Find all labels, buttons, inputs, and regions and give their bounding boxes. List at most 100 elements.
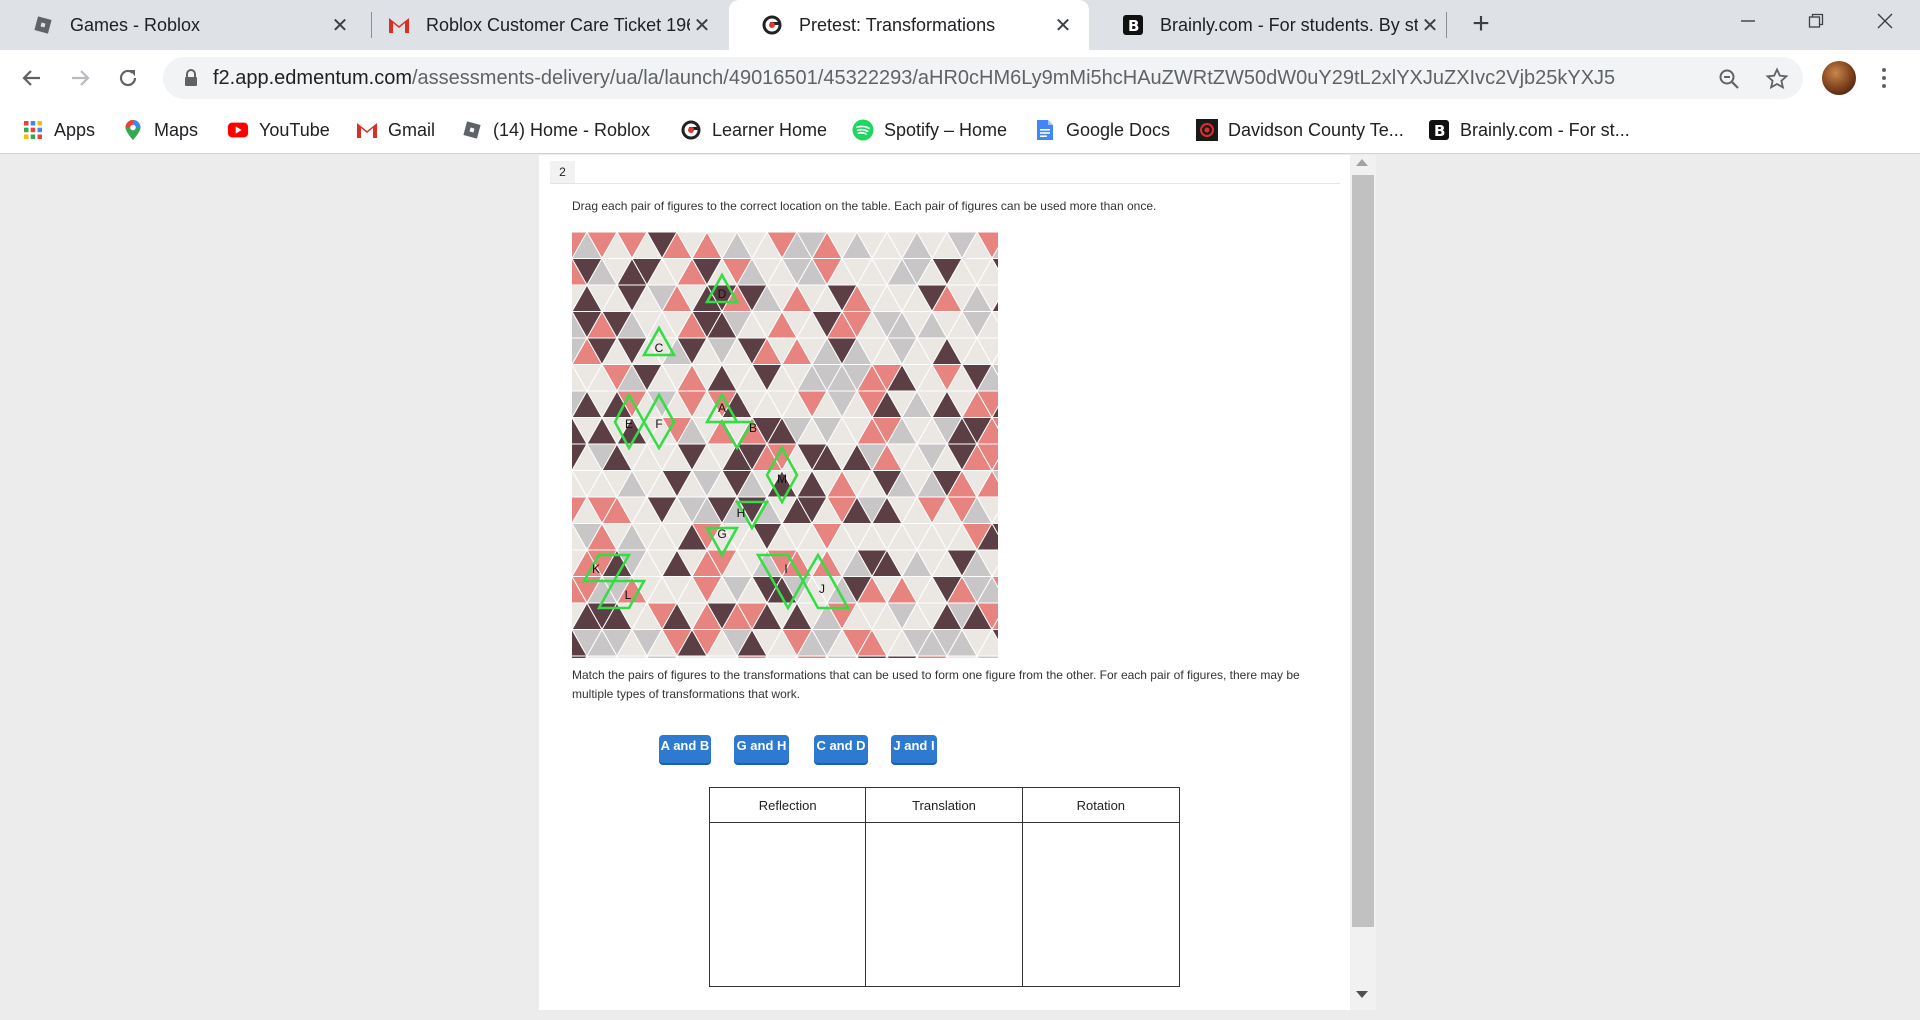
answer-table: Reflection Translation Rotation (709, 787, 1180, 987)
bookmark-gmail[interactable]: Gmail (356, 116, 435, 144)
bookmark-roblox-home[interactable]: (14) Home - Roblox (461, 116, 650, 144)
apps-grid-icon (22, 119, 44, 141)
bookmark-label: Brainly.com - For st... (1460, 119, 1630, 140)
close-icon[interactable]: ✕ (328, 13, 352, 37)
bookmark-google-docs[interactable]: Google Docs (1034, 116, 1170, 144)
gmail-icon (388, 14, 410, 36)
bookmark-maps[interactable]: Maps (122, 116, 198, 144)
question-instruction: Drag each pair of figures to the correct… (572, 199, 1157, 213)
url-host: f2.app.edmentum.com (213, 67, 412, 89)
figure-label-a: A (718, 401, 726, 415)
figure-label-g: G (717, 527, 726, 541)
bookmark-label: Davidson County Te... (1228, 119, 1404, 140)
bookmarks-bar: Apps Maps YouTube Gmail (14) Home - Robl… (0, 106, 1920, 154)
scrollbar-thumb[interactable] (1352, 175, 1374, 927)
bookmark-youtube[interactable]: YouTube (227, 116, 330, 144)
close-icon[interactable]: ✕ (1051, 13, 1075, 37)
scroll-down-icon[interactable] (1356, 991, 1368, 998)
bookmark-label: (14) Home - Roblox (493, 119, 651, 140)
column-rotation: Rotation (1022, 788, 1179, 986)
tab-separator (1446, 12, 1447, 38)
bookmark-label: Maps (154, 119, 199, 140)
bookmark-label: Learner Home (712, 119, 828, 140)
triangle-grid-svg: D C A E F B M HG K I J L (572, 232, 998, 658)
tab-title: Games - Roblox (70, 14, 201, 35)
tab-games-roblox[interactable]: Games - Roblox ✕ (0, 0, 366, 50)
page-scrollbar[interactable] (1350, 155, 1376, 1010)
bookmark-learner-home[interactable]: Learner Home (680, 116, 827, 144)
edmentum-icon (761, 14, 783, 36)
edmentum-icon (680, 119, 702, 141)
window-close-icon[interactable] (1865, 6, 1905, 36)
scroll-up-icon[interactable] (1356, 159, 1368, 166)
chip-j-and-i[interactable]: J and I (891, 735, 937, 763)
question-number: 2 (550, 161, 575, 183)
tab-brainly[interactable]: B Brainly.com - For students. By stu ✕ (1090, 0, 1456, 50)
star-icon[interactable] (1764, 66, 1790, 92)
tab-strip: Games - Roblox ✕ Roblox Customer Care Ti… (0, 0, 1920, 50)
profile-avatar[interactable] (1822, 61, 1856, 95)
figure-label-e: E (625, 417, 633, 431)
minimize-icon[interactable] (1728, 6, 1768, 36)
close-icon[interactable]: ✕ (690, 13, 714, 37)
drop-zone-reflection[interactable] (710, 823, 865, 986)
url-path: /assessments-delivery/ua/la/launch/49016… (412, 67, 1616, 89)
tab-title: Pretest: Transformations (799, 14, 996, 35)
bookmark-brainly[interactable]: B Brainly.com - For st... (1428, 116, 1630, 144)
chip-a-and-b[interactable]: A and B (659, 735, 711, 763)
column-header: Translation (866, 788, 1022, 823)
figure-label-d: D (718, 287, 727, 301)
drop-zone-rotation[interactable] (1023, 823, 1179, 986)
lock-icon (183, 69, 199, 87)
bookmark-label: YouTube (259, 119, 330, 140)
figure-label-m: M (777, 472, 787, 486)
triangle-grid-figure: D C A E F B M HG K I J L (572, 232, 998, 658)
reload-icon[interactable] (110, 60, 146, 96)
tab-title: Brainly.com - For students. By stu (1160, 14, 1418, 35)
bookmark-apps[interactable]: Apps (22, 116, 95, 144)
divider (550, 183, 1340, 184)
menu-icon[interactable] (1874, 62, 1894, 94)
bookmark-label: Spotify – Home (884, 119, 1008, 140)
brainly-icon: B (1122, 14, 1144, 36)
svg-text:B: B (1434, 122, 1445, 140)
chip-g-and-h[interactable]: G and H (734, 735, 789, 763)
chip-c-and-d[interactable]: C and D (814, 735, 868, 763)
bookmark-spotify[interactable]: Spotify – Home (852, 116, 1007, 144)
tab-roblox-ticket[interactable]: Roblox Customer Care Ticket 196 ✕ (356, 0, 728, 50)
tab-title: Roblox Customer Care Ticket 196 (426, 14, 690, 35)
page-viewport: 2 Drag each pair of figures to the corre… (0, 155, 1920, 1020)
back-icon[interactable] (14, 60, 50, 96)
address-bar[interactable]: f2.app.edmentum.com/assessments-delivery… (163, 57, 1803, 99)
column-header: Reflection (710, 788, 866, 823)
figure-label-c: C (655, 341, 664, 355)
zoom-icon[interactable] (1716, 66, 1742, 92)
close-icon[interactable]: ✕ (1418, 13, 1442, 37)
spotify-icon (852, 119, 874, 141)
figure-label-b: B (749, 421, 757, 435)
match-instruction: Match the pairs of figures to the transf… (572, 668, 1300, 701)
new-tab-button[interactable]: + (1466, 9, 1496, 40)
bookmark-davidson-county[interactable]: Davidson County Te... (1196, 116, 1404, 144)
svg-text:B: B (1128, 17, 1139, 35)
figure-label-i: I (784, 562, 787, 576)
restore-icon[interactable] (1796, 6, 1836, 36)
figure-label-l: L (625, 588, 632, 602)
assessment-panel: 2 Drag each pair of figures to the corre… (539, 155, 1350, 1010)
bookmark-label: Apps (54, 119, 96, 140)
bookmark-label: Gmail (388, 119, 436, 140)
figure-label-j: J (819, 582, 825, 596)
figure-label-k: K (592, 562, 600, 576)
tab-pretest-transformations[interactable]: Pretest: Transformations ✕ (729, 0, 1089, 50)
figure-label-h: H (737, 506, 746, 520)
forward-icon[interactable] (62, 60, 98, 96)
gmail-icon (356, 119, 378, 141)
browser-toolbar: f2.app.edmentum.com/assessments-delivery… (0, 50, 1920, 106)
youtube-icon (227, 119, 249, 141)
davidson-icon (1196, 119, 1218, 141)
google-docs-icon (1034, 119, 1056, 141)
maps-pin-icon (122, 119, 144, 141)
drop-zone-translation[interactable] (866, 823, 1021, 986)
brainly-icon: B (1428, 119, 1450, 141)
column-translation: Translation (866, 788, 1023, 986)
